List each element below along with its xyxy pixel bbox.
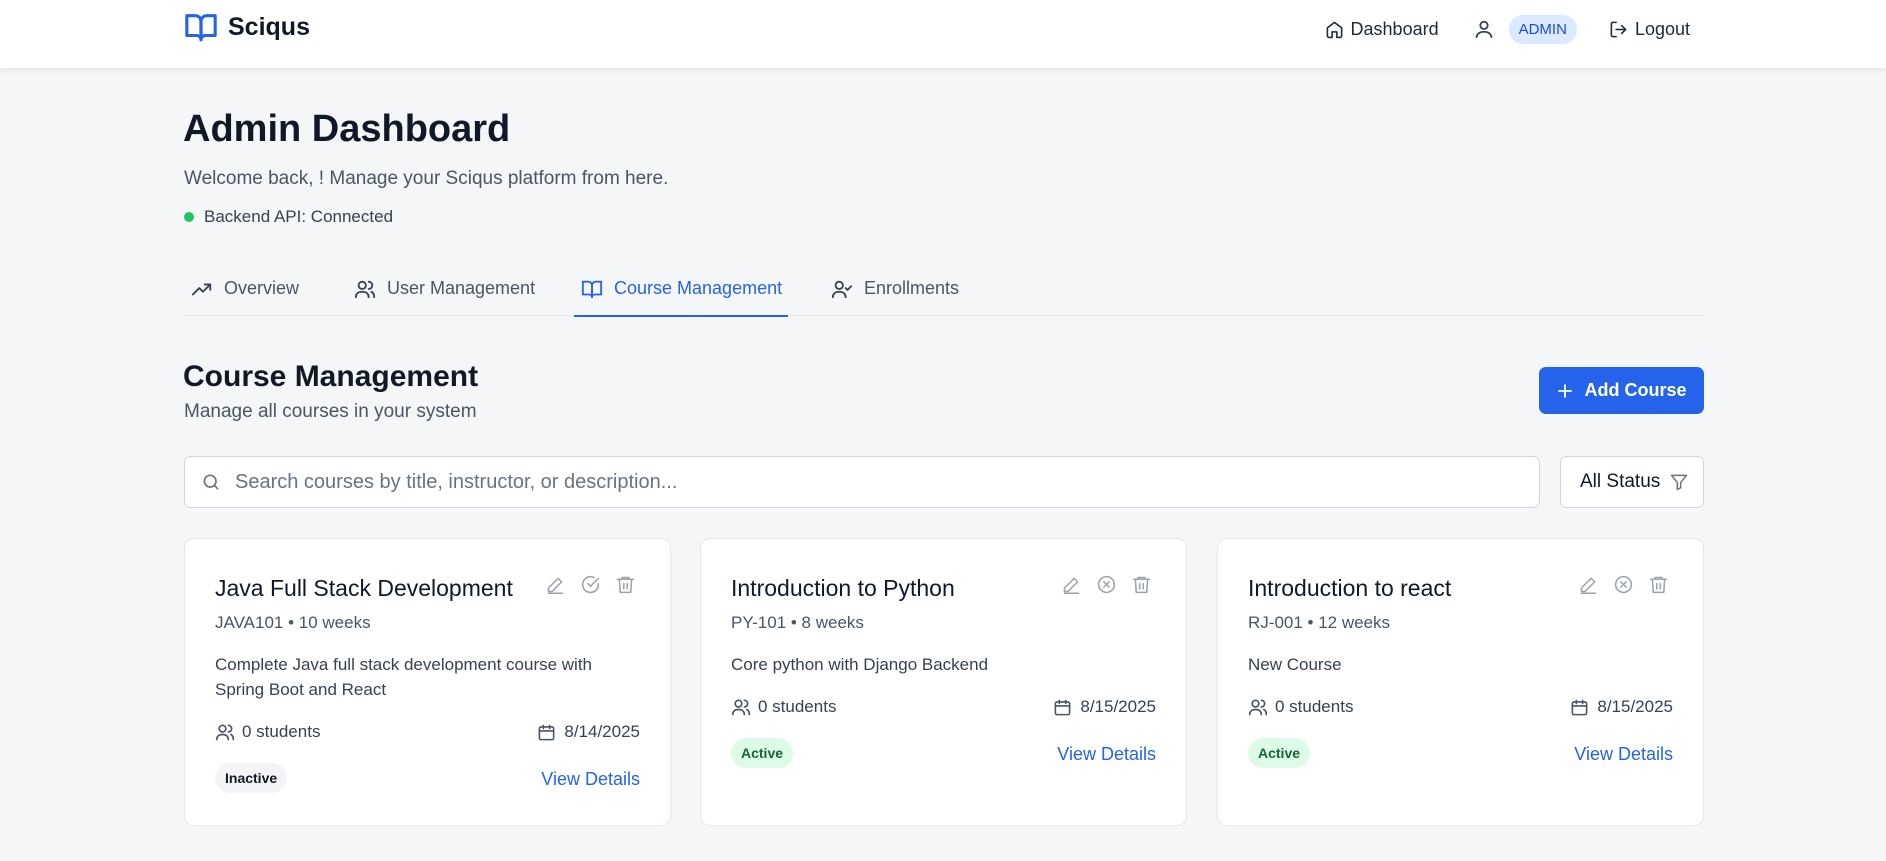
students-count: 0 students: [758, 697, 837, 716]
add-course-label: Add Course: [1584, 380, 1687, 400]
tab-label: User Management: [387, 278, 536, 298]
nav-dashboard-label: Dashboard: [1350, 18, 1439, 39]
course-date: 8/15/2025: [1053, 697, 1156, 717]
edit-icon[interactable]: [1578, 574, 1599, 595]
view-details-link[interactable]: View Details: [1574, 744, 1673, 765]
course-description: Core python with Django Backend: [731, 655, 989, 674]
add-course-button[interactable]: Add Course: [1539, 367, 1704, 414]
search-input[interactable]: [235, 470, 1435, 494]
plus-icon: [1556, 382, 1574, 400]
students-count: 0 students: [1275, 697, 1354, 716]
tab-label: Enrollments: [864, 278, 960, 298]
calendar-icon: [1570, 698, 1589, 717]
date-text: 8/15/2025: [1597, 697, 1673, 716]
brand[interactable]: Sciqus: [184, 10, 310, 44]
status-badge: Active: [731, 738, 794, 768]
course-students: 0 students: [215, 722, 320, 742]
users-icon: [1248, 697, 1268, 717]
page-title: Admin Dashboard: [183, 108, 511, 150]
status-dot: [184, 212, 194, 222]
students-count: 0 students: [242, 722, 321, 741]
course-date: 8/14/2025: [537, 722, 640, 742]
welcome-message: Welcome back, ! Manage your Sciqus platf…: [184, 168, 669, 189]
users-icon: [215, 722, 235, 742]
book-open-logo-icon: [184, 10, 218, 44]
course-students: 0 students: [1248, 697, 1353, 717]
view-details-link[interactable]: View Details: [1057, 744, 1156, 765]
edit-icon[interactable]: [1061, 574, 1082, 595]
course-meta: RJ-001 • 12 weeks: [1248, 613, 1391, 632]
tab-course-management[interactable]: Course Management: [574, 272, 789, 317]
course-card: Java Full Stack Development JAVA101 • 10…: [184, 538, 671, 826]
trash-icon[interactable]: [615, 574, 636, 595]
course-card: Introduction to react RJ-001 • 12 weeks …: [1217, 538, 1704, 826]
course-actions: [1578, 574, 1669, 595]
brand-name: Sciqus: [228, 12, 310, 41]
check-circle-icon[interactable]: [580, 574, 601, 595]
course-description: Complete Java full stack development cou…: [215, 655, 593, 699]
calendar-icon: [1053, 698, 1072, 717]
header-nav: Dashboard ADMIN Logout: [1325, 14, 1690, 44]
x-circle-icon[interactable]: [1096, 574, 1117, 595]
trending-up-icon: [190, 278, 214, 300]
home-icon: [1325, 20, 1344, 39]
date-text: 8/15/2025: [1080, 697, 1156, 716]
status-badge: Active: [1248, 738, 1311, 768]
users-icon: [353, 278, 377, 300]
user-check-icon: [830, 278, 854, 300]
calendar-icon: [537, 723, 556, 742]
course-meta: PY-101 • 8 weeks: [731, 613, 864, 632]
book-icon: [580, 278, 604, 300]
profile-button[interactable]: [1473, 18, 1495, 40]
tab-label: Course Management: [614, 278, 783, 298]
trash-icon[interactable]: [1131, 574, 1152, 595]
dashboard-tabs: Overview User Management Course Manageme…: [184, 272, 1704, 317]
role-badge: ADMIN: [1508, 14, 1577, 44]
course-title: Introduction to Python: [731, 575, 955, 601]
course-title: Java Full Stack Development: [215, 575, 513, 601]
logout-button[interactable]: Logout: [1609, 19, 1690, 40]
date-text: 8/14/2025: [564, 722, 640, 741]
status-filter-value: All Status: [1580, 471, 1661, 492]
x-circle-icon[interactable]: [1613, 574, 1634, 595]
user-icon: [1473, 18, 1495, 40]
edit-icon[interactable]: [545, 574, 566, 595]
course-students: 0 students: [731, 697, 836, 717]
course-description: New Course: [1248, 655, 1342, 674]
nav-dashboard-link[interactable]: Dashboard: [1325, 19, 1439, 40]
status-filter-select[interactable]: All Status: [1560, 456, 1704, 508]
users-icon: [731, 697, 751, 717]
search-icon: [201, 472, 221, 492]
tab-enrollments[interactable]: Enrollments: [824, 272, 965, 316]
api-status-text: Backend API: Connected: [204, 207, 394, 226]
logout-label: Logout: [1634, 18, 1690, 39]
section-title: Course Management: [183, 360, 479, 393]
status-badge: Inactive: [215, 763, 288, 793]
top-navbar: Sciqus Dashboard ADMIN Logout: [0, 0, 1886, 68]
tab-user-management[interactable]: User Management: [347, 272, 541, 316]
tab-label: Overview: [224, 278, 300, 298]
course-meta: JAVA101 • 10 weeks: [215, 613, 371, 632]
api-status: Backend API: Connected: [184, 207, 393, 227]
logout-icon: [1609, 20, 1628, 39]
trash-icon[interactable]: [1648, 574, 1669, 595]
course-card: Introduction to Python PY-101 • 8 weeks …: [700, 538, 1187, 826]
tab-overview[interactable]: Overview: [184, 272, 305, 316]
course-date: 8/15/2025: [1570, 697, 1673, 717]
view-details-link[interactable]: View Details: [541, 769, 640, 790]
course-actions: [545, 574, 636, 595]
course-title: Introduction to react: [1248, 575, 1452, 601]
filter-icon: [1669, 472, 1689, 492]
section-subtitle: Manage all courses in your system: [184, 401, 477, 422]
search-box: [184, 456, 1540, 508]
course-actions: [1061, 574, 1152, 595]
